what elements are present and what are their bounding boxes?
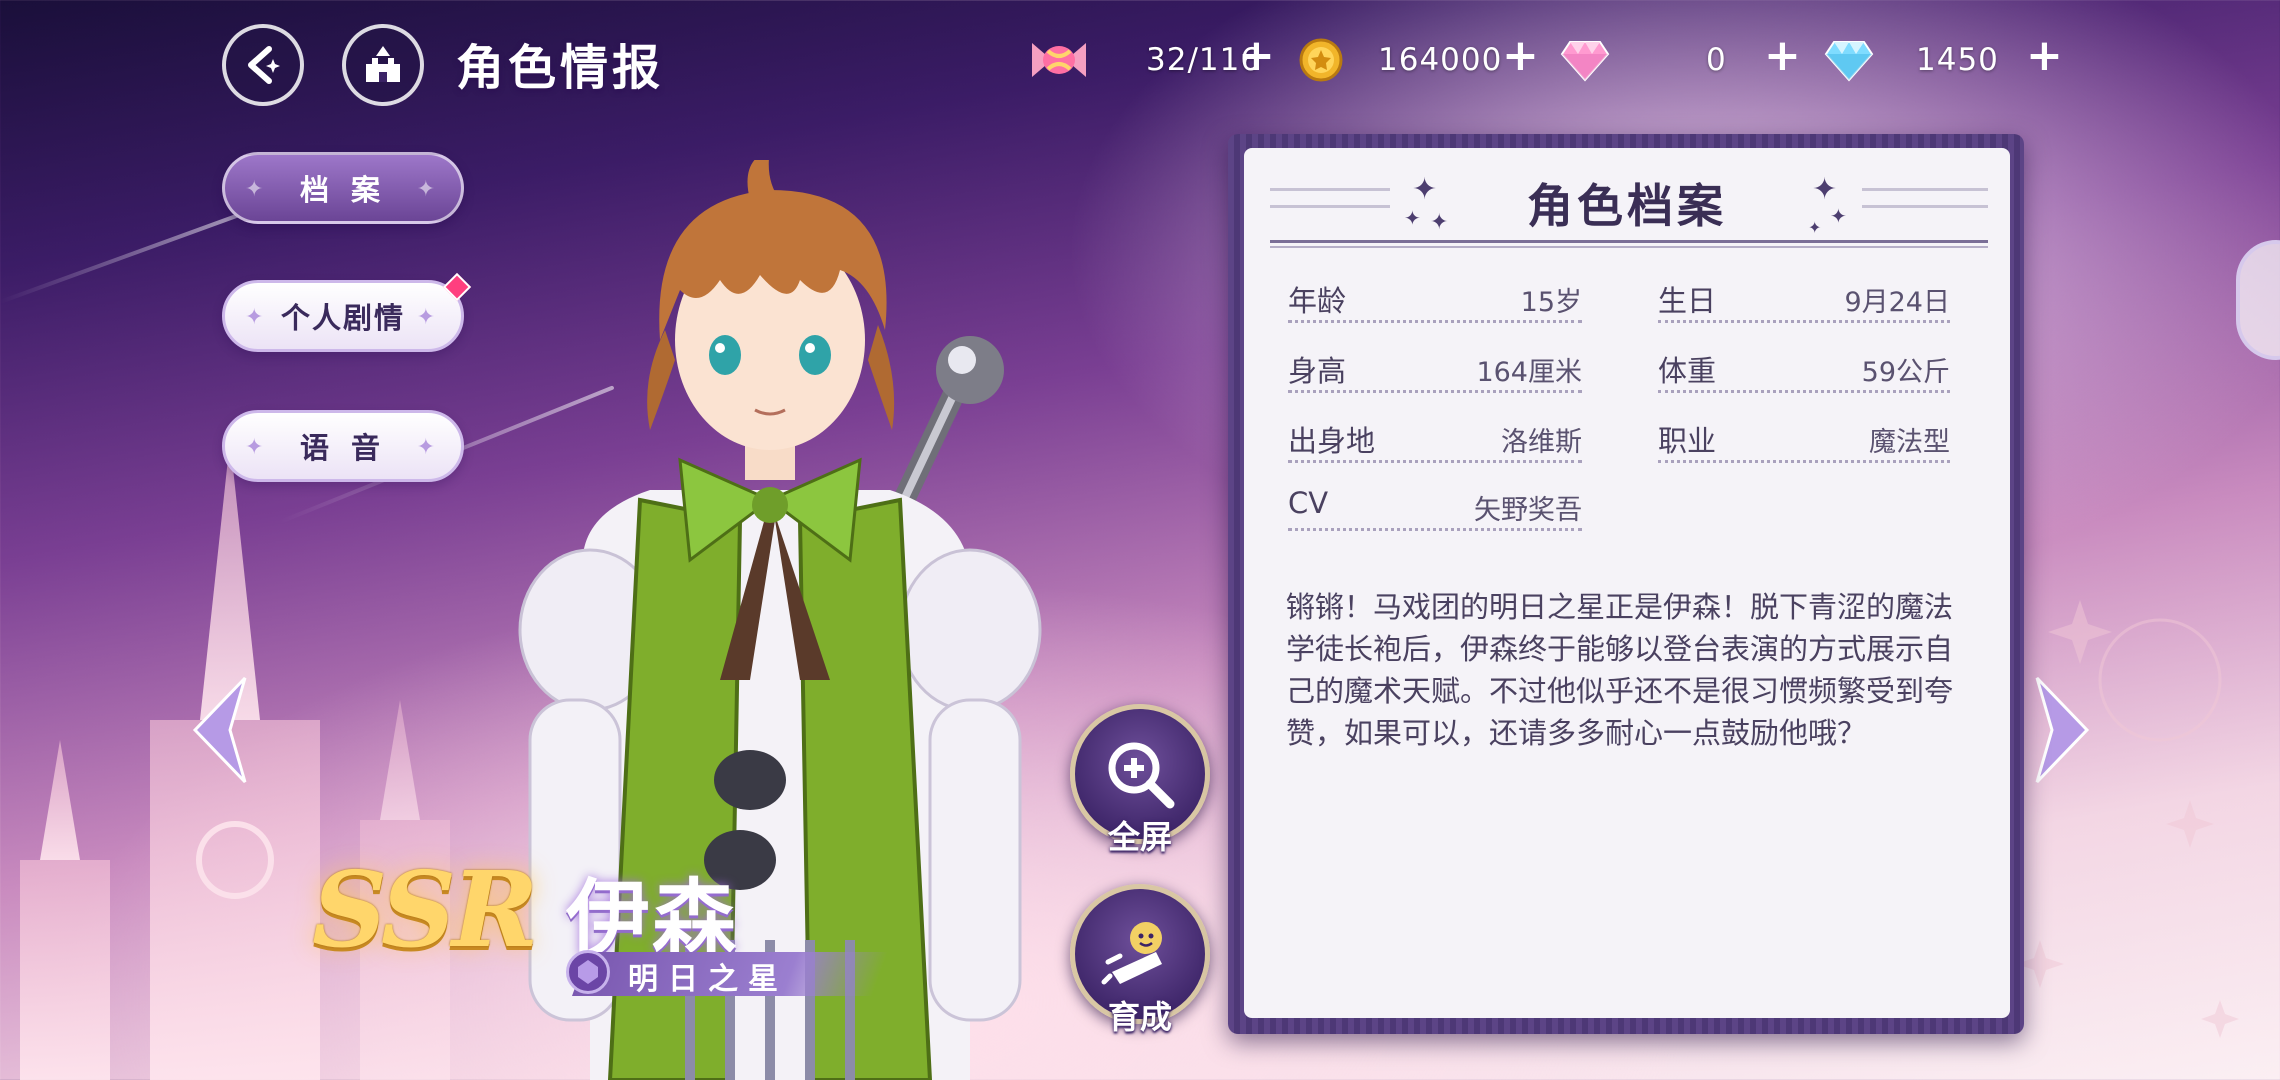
- field-divider: [1658, 390, 1950, 393]
- currency-gold: 164000: [1298, 30, 1502, 90]
- pink-diamond-icon: [1560, 41, 1610, 82]
- birthday-value: 9月24日: [1844, 287, 1950, 318]
- menu-story-button[interactable]: ✦ 个人剧情 ✦: [222, 272, 472, 352]
- character-title: 明日之星: [628, 962, 788, 997]
- height-value: 164厘米: [1476, 357, 1582, 388]
- age-value: 15岁: [1520, 287, 1582, 318]
- sparkle-icon: ✦: [416, 435, 441, 460]
- field-divider: [1288, 390, 1582, 393]
- magnifier-zoom-icon: [1108, 742, 1175, 809]
- sparkle-icon: ✦: [245, 435, 270, 460]
- origin-label: 出身地: [1288, 424, 1376, 458]
- blue-diamond-icon: [1824, 41, 1874, 82]
- menu-profile-label: 档 案: [299, 173, 387, 207]
- currency-pink-diamond: 0: [1560, 30, 1727, 90]
- fullscreen-label: 全屏: [1107, 818, 1172, 856]
- notification-badge: [442, 272, 472, 302]
- add-gold-button[interactable]: +: [1502, 34, 1539, 78]
- gold-coin-icon: [1299, 38, 1343, 82]
- menu-voice-label: 语 音: [299, 431, 387, 465]
- field-divider: [1288, 528, 1582, 531]
- back-arrow-icon: [248, 46, 280, 84]
- currency-blue-diamond: 1450: [1824, 30, 1999, 90]
- home-button[interactable]: [342, 24, 424, 106]
- age-label: 年龄: [1288, 284, 1347, 318]
- back-button[interactable]: [222, 24, 304, 106]
- profile-panel: [1244, 148, 2010, 1018]
- side-edge-button[interactable]: [2236, 240, 2280, 360]
- field-divider: [1288, 320, 1582, 323]
- training-icon: [1101, 922, 1162, 985]
- job-label: 职业: [1658, 424, 1717, 458]
- sparkle-icon: ✦: [416, 305, 441, 330]
- next-character-arrow-icon[interactable]: [2032, 670, 2092, 790]
- heading-underline: [1270, 240, 1988, 248]
- pink-diamond-count: 0: [1706, 42, 1727, 78]
- field-divider: [1658, 320, 1950, 323]
- field-divider: [1658, 460, 1950, 463]
- sparkle-icon: ✦: [245, 305, 270, 330]
- gold-count: 164000: [1378, 42, 1503, 78]
- job-value: 魔法型: [1869, 427, 1950, 458]
- weight-label: 体重: [1658, 354, 1717, 388]
- castle-silhouette: [20, 440, 450, 1080]
- menu-voice-button[interactable]: ✦ 语 音 ✦: [222, 410, 464, 482]
- previous-character-arrow-icon[interactable]: [190, 670, 250, 790]
- develop-label: 育成: [1107, 998, 1172, 1036]
- origin-value: 洛维斯: [1501, 427, 1582, 458]
- sparkle-icon: ✦: [416, 177, 441, 202]
- cv-label: CV: [1288, 486, 1329, 520]
- menu-story-label: 个人剧情: [280, 301, 405, 335]
- top-bar: 角色情报 32/116 + 164000 + 0 + 1450 +: [0, 0, 2280, 120]
- birthday-label: 生日: [1658, 284, 1717, 318]
- add-blue-diamond-button[interactable]: +: [2026, 34, 2063, 78]
- menu-profile-button[interactable]: ✦ 档 案 ✦: [222, 152, 464, 224]
- field-divider: [1288, 460, 1582, 463]
- height-label: 身高: [1288, 354, 1347, 388]
- castle-home-icon: [366, 46, 400, 82]
- profile-heading: 角色档案: [1527, 179, 1727, 233]
- candy-icon: [1032, 43, 1086, 77]
- add-candy-button[interactable]: +: [1238, 34, 1275, 78]
- weight-value: 59公斤: [1861, 357, 1950, 388]
- character-description: 锵锵！马戏团的明日之星正是伊森！脱下青涩的魔法学徒长袍后，伊森终于能够以登台表演…: [1286, 590, 1954, 750]
- cv-value: 矢野奖吾: [1474, 495, 1582, 526]
- currency-candy: 32/116: [1030, 30, 1261, 90]
- sparkle-icon: ✦: [245, 177, 270, 202]
- add-pink-diamond-button[interactable]: +: [1764, 34, 1801, 78]
- crystal-icon: [578, 960, 598, 984]
- rarity-label: SSR: [312, 848, 538, 971]
- blue-diamond-count: 1450: [1916, 42, 1999, 78]
- character-title-icon: [566, 950, 610, 994]
- page-title: 角色情报: [456, 40, 665, 96]
